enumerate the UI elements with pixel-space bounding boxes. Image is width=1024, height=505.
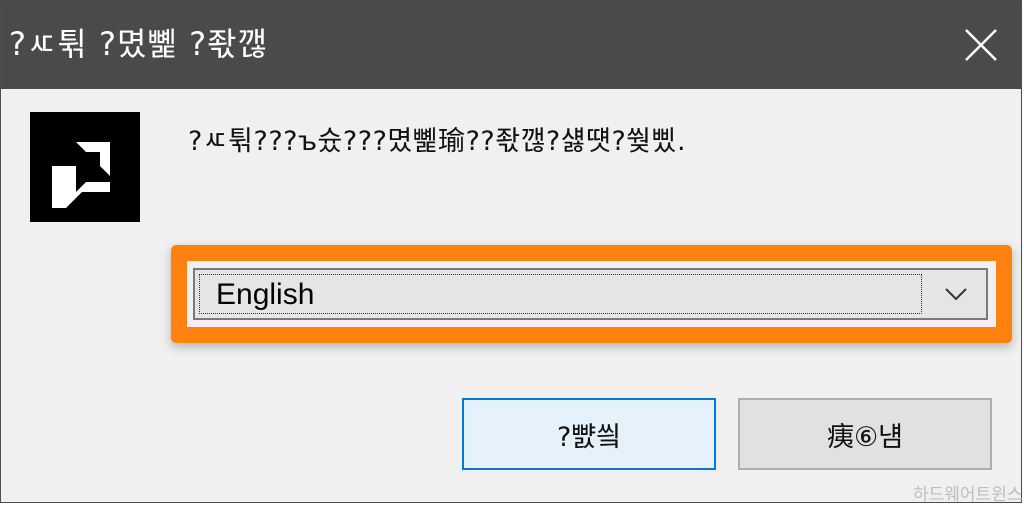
close-icon [965, 29, 997, 61]
ok-button[interactable]: ?뺤씤 [462, 398, 716, 470]
instruction-text: ?ㅼ튂???ъ슜???몄뼱瑜??좏깮?섏떗?쒖삤. [188, 126, 687, 157]
close-button[interactable] [941, 1, 1021, 89]
highlight-box: English [171, 245, 1012, 343]
window-title: ?ㅼ튂 ?몄뼱 ?좏깮 [9, 25, 268, 63]
amd-logo-icon [30, 112, 140, 222]
cancel-button[interactable]: 痍⑥냼 [738, 398, 992, 470]
selected-language: English [216, 278, 315, 311]
chevron-down-icon[interactable] [942, 284, 970, 304]
language-dropdown[interactable]: English [193, 268, 988, 320]
title-bar: ?ㅼ튂 ?몄뼱 ?좏깮 [1, 1, 1021, 89]
watermark-text: 하드웨어트윈스 [913, 485, 1023, 505]
installer-language-dialog: ?ㅼ튂 ?몄뼱 ?좏깮 ?ㅼ튂???ъ슜???몄뼱瑜??좏깮?섏떗?쒖삤. En… [0, 0, 1022, 503]
